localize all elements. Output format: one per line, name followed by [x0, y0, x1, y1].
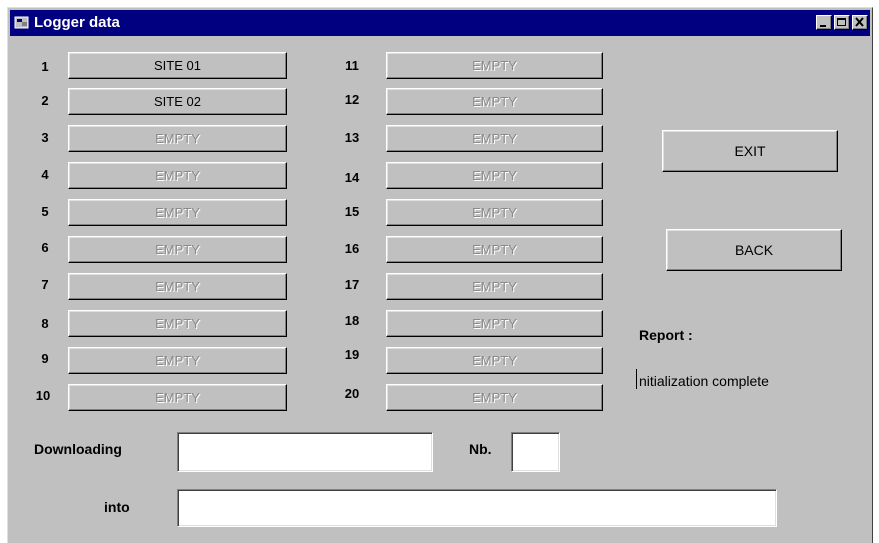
site-number: 17 — [344, 277, 360, 292]
site-number: 18 — [344, 313, 360, 328]
site-button-18[interactable]: EMPTY — [386, 310, 603, 337]
site-button-6[interactable]: EMPTY — [68, 236, 287, 263]
site-button-17[interactable]: EMPTY — [386, 273, 603, 300]
into-label: into — [104, 499, 130, 515]
site-number: 19 — [344, 347, 360, 362]
site-button-3[interactable]: EMPTY — [68, 125, 287, 152]
site-button-11[interactable]: EMPTY — [386, 52, 603, 79]
site-number: 15 — [344, 204, 360, 219]
site-number: 14 — [344, 170, 360, 185]
site-button-7[interactable]: EMPTY — [68, 273, 287, 300]
site-number: 3 — [41, 130, 49, 145]
nb-label: Nb. — [469, 441, 492, 457]
site-number: 5 — [41, 204, 49, 219]
site-number: 11 — [345, 58, 359, 73]
site-number: 16 — [344, 241, 360, 256]
site-button-9[interactable]: EMPTY — [68, 347, 287, 374]
text-cursor — [636, 369, 637, 389]
site-number: 13 — [344, 130, 360, 145]
site-button-8[interactable]: EMPTY — [68, 310, 287, 337]
site-button-16[interactable]: EMPTY — [386, 236, 603, 263]
site-button-19[interactable]: EMPTY — [386, 347, 603, 374]
site-button-4[interactable]: EMPTY — [68, 162, 287, 189]
site-number: 1 — [41, 59, 49, 74]
downloading-field[interactable] — [177, 432, 433, 472]
site-button-10[interactable]: EMPTY — [68, 384, 287, 411]
site-button-1[interactable]: SITE 01 — [68, 52, 287, 79]
title-bar[interactable]: Logger data — [10, 10, 870, 36]
report-label: Report : — [639, 327, 693, 343]
back-button[interactable]: BACK — [666, 229, 842, 271]
site-button-20[interactable]: EMPTY — [386, 384, 603, 411]
site-number: 12 — [344, 92, 360, 107]
close-button[interactable] — [852, 15, 868, 30]
site-button-2[interactable]: SITE 02 — [68, 88, 287, 115]
into-field[interactable] — [177, 489, 777, 527]
minimize-icon — [820, 25, 826, 27]
exit-button[interactable]: EXIT — [662, 130, 838, 172]
nb-field[interactable] — [511, 432, 560, 472]
site-number: 10 — [35, 388, 51, 403]
app-icon — [14, 16, 30, 30]
site-number: 9 — [41, 351, 49, 366]
site-number: 6 — [41, 240, 49, 255]
site-button-14[interactable]: EMPTY — [386, 162, 603, 189]
site-number: 8 — [41, 316, 49, 331]
site-button-12[interactable]: EMPTY — [386, 88, 603, 115]
downloading-label: Downloading — [34, 441, 122, 457]
window-title: Logger data — [34, 14, 120, 31]
site-button-13[interactable]: EMPTY — [386, 125, 603, 152]
site-number: 7 — [41, 277, 49, 292]
site-number: 2 — [41, 93, 49, 108]
report-status: nitialization complete — [639, 373, 769, 389]
site-button-5[interactable]: EMPTY — [68, 199, 287, 226]
site-number: 4 — [41, 167, 49, 182]
site-number: 20 — [344, 386, 360, 401]
minimize-button[interactable] — [816, 15, 832, 30]
site-button-15[interactable]: EMPTY — [386, 199, 603, 226]
maximize-icon — [837, 18, 846, 26]
close-icon — [855, 17, 864, 27]
maximize-button[interactable] — [834, 15, 850, 30]
